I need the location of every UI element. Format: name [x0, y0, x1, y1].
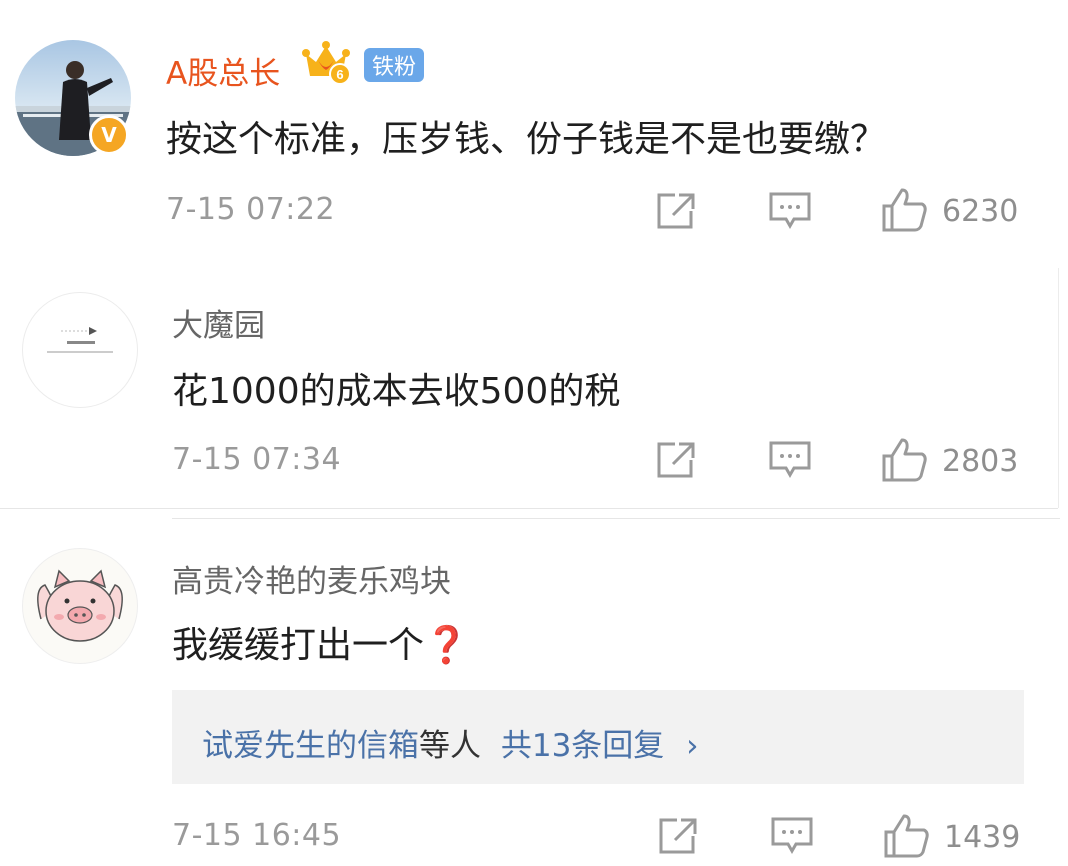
reply-count[interactable]: 共13条回复	[501, 728, 664, 764]
like-button[interactable]: 2803	[880, 436, 1018, 486]
divider	[0, 508, 1058, 509]
thread-line	[1058, 268, 1059, 508]
divider	[172, 518, 1060, 519]
comment-icon[interactable]	[770, 816, 814, 856]
comment-text: 我缓缓打出一个❓	[172, 625, 469, 666]
chevron-right-icon: ›	[686, 728, 699, 764]
like-count: 1439	[944, 819, 1021, 855]
reply-user[interactable]: 试爱先生的信箱	[202, 728, 419, 764]
username[interactable]: 大魔园	[172, 300, 265, 345]
comment-time: 7-15 16:45	[172, 818, 342, 853]
share-icon[interactable]	[655, 191, 697, 231]
like-icon	[880, 436, 928, 486]
like-count: 6230	[942, 193, 1019, 229]
comment-text: 花1000的成本去收500的税	[172, 371, 621, 412]
crown-badge-icon: 6	[300, 40, 352, 90]
fan-badge: 铁粉	[364, 48, 425, 82]
comment-icon[interactable]	[768, 191, 812, 231]
share-icon[interactable]	[655, 440, 697, 480]
like-icon	[880, 186, 928, 236]
share-icon[interactable]	[657, 816, 699, 856]
comment-text: 按这个标准，压岁钱、份子钱是不是也要缴？	[166, 119, 887, 160]
comment-time: 7-15 07:22	[166, 192, 336, 227]
svg-text:6: 6	[336, 67, 343, 82]
like-icon	[882, 812, 930, 862]
verified-icon: V	[89, 115, 129, 155]
reply-suffix: 等人	[419, 728, 481, 764]
username[interactable]: A股总长	[166, 48, 280, 93]
like-count: 2803	[942, 443, 1019, 479]
like-button[interactable]: 1439	[882, 812, 1020, 862]
comment-time: 7-15 07:34	[172, 442, 342, 477]
username[interactable]: 高贵冷艳的麦乐鸡块	[172, 556, 451, 601]
replies-summary[interactable]: 试爱先生的信箱等人 共13条回复 ›	[202, 720, 699, 765]
like-button[interactable]: 6230	[880, 186, 1018, 236]
avatar[interactable]	[22, 292, 138, 408]
comment-icon[interactable]	[768, 440, 812, 480]
replies-preview[interactable]: 试爱先生的信箱等人 共13条回复 ›	[172, 690, 1024, 784]
avatar[interactable]	[22, 548, 138, 664]
